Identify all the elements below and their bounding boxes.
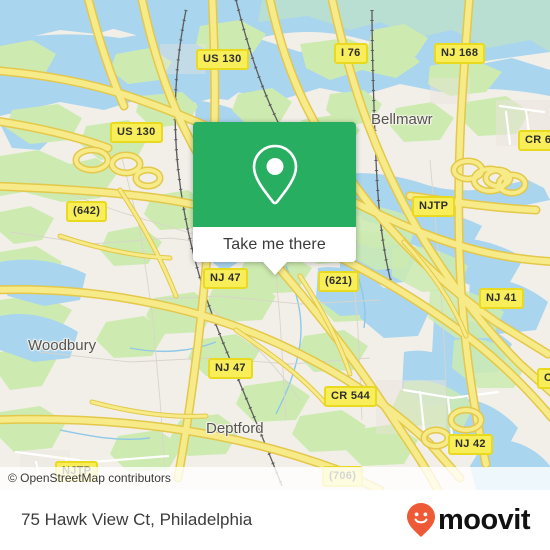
place-label-deptford: Deptford bbox=[206, 420, 264, 437]
location-pin-icon bbox=[252, 144, 297, 204]
take-me-there-label: Take me there bbox=[223, 235, 326, 253]
road-shield: CR 544 bbox=[324, 386, 378, 407]
road-shield: (642) bbox=[66, 201, 108, 222]
moovit-logo[interactable]: moovit bbox=[406, 502, 531, 538]
road-shield: NJ 47 bbox=[208, 358, 253, 379]
road-shield: NJTP bbox=[412, 196, 456, 217]
road-shield: US 130 bbox=[196, 49, 249, 70]
moovit-wordmark: moovit bbox=[437, 503, 531, 536]
road-shield: NJ 41 bbox=[479, 288, 524, 309]
place-label-woodbury: Woodbury bbox=[28, 337, 97, 354]
callout-tail bbox=[262, 262, 287, 275]
road-shield: I 76 bbox=[334, 43, 368, 64]
map-canvas[interactable]: .w{fill:#a9d5ef} .g{fill:#cdebb0} .lg{fi… bbox=[0, 0, 550, 490]
road-shield: NJ 168 bbox=[434, 43, 486, 64]
callout-icon-area bbox=[193, 122, 356, 227]
road-shield: (621) bbox=[318, 271, 360, 292]
take-me-there-button[interactable]: Take me there bbox=[193, 227, 356, 262]
destination-callout[interactable]: Take me there bbox=[193, 122, 356, 275]
place-label-bellmawr: Bellmawr bbox=[371, 111, 433, 128]
road-shield: US 130 bbox=[110, 122, 163, 143]
road-shield: NJ 42 bbox=[448, 434, 493, 455]
road-shield: NJ 47 bbox=[203, 268, 248, 289]
map-attribution[interactable]: © OpenStreetMap contributors bbox=[0, 467, 550, 490]
footer-bar: 75 Hawk View Ct, Philadelphia moovit bbox=[0, 490, 550, 550]
road-shield: CR 659 bbox=[518, 130, 550, 151]
moovit-map-screen: .w{fill:#a9d5ef} .g{fill:#cdebb0} .lg{fi… bbox=[0, 0, 550, 550]
moovit-smiley-pin-icon bbox=[406, 503, 435, 537]
road-shield: C bbox=[537, 368, 550, 389]
address-label: 75 Hawk View Ct, Philadelphia bbox=[21, 510, 253, 529]
